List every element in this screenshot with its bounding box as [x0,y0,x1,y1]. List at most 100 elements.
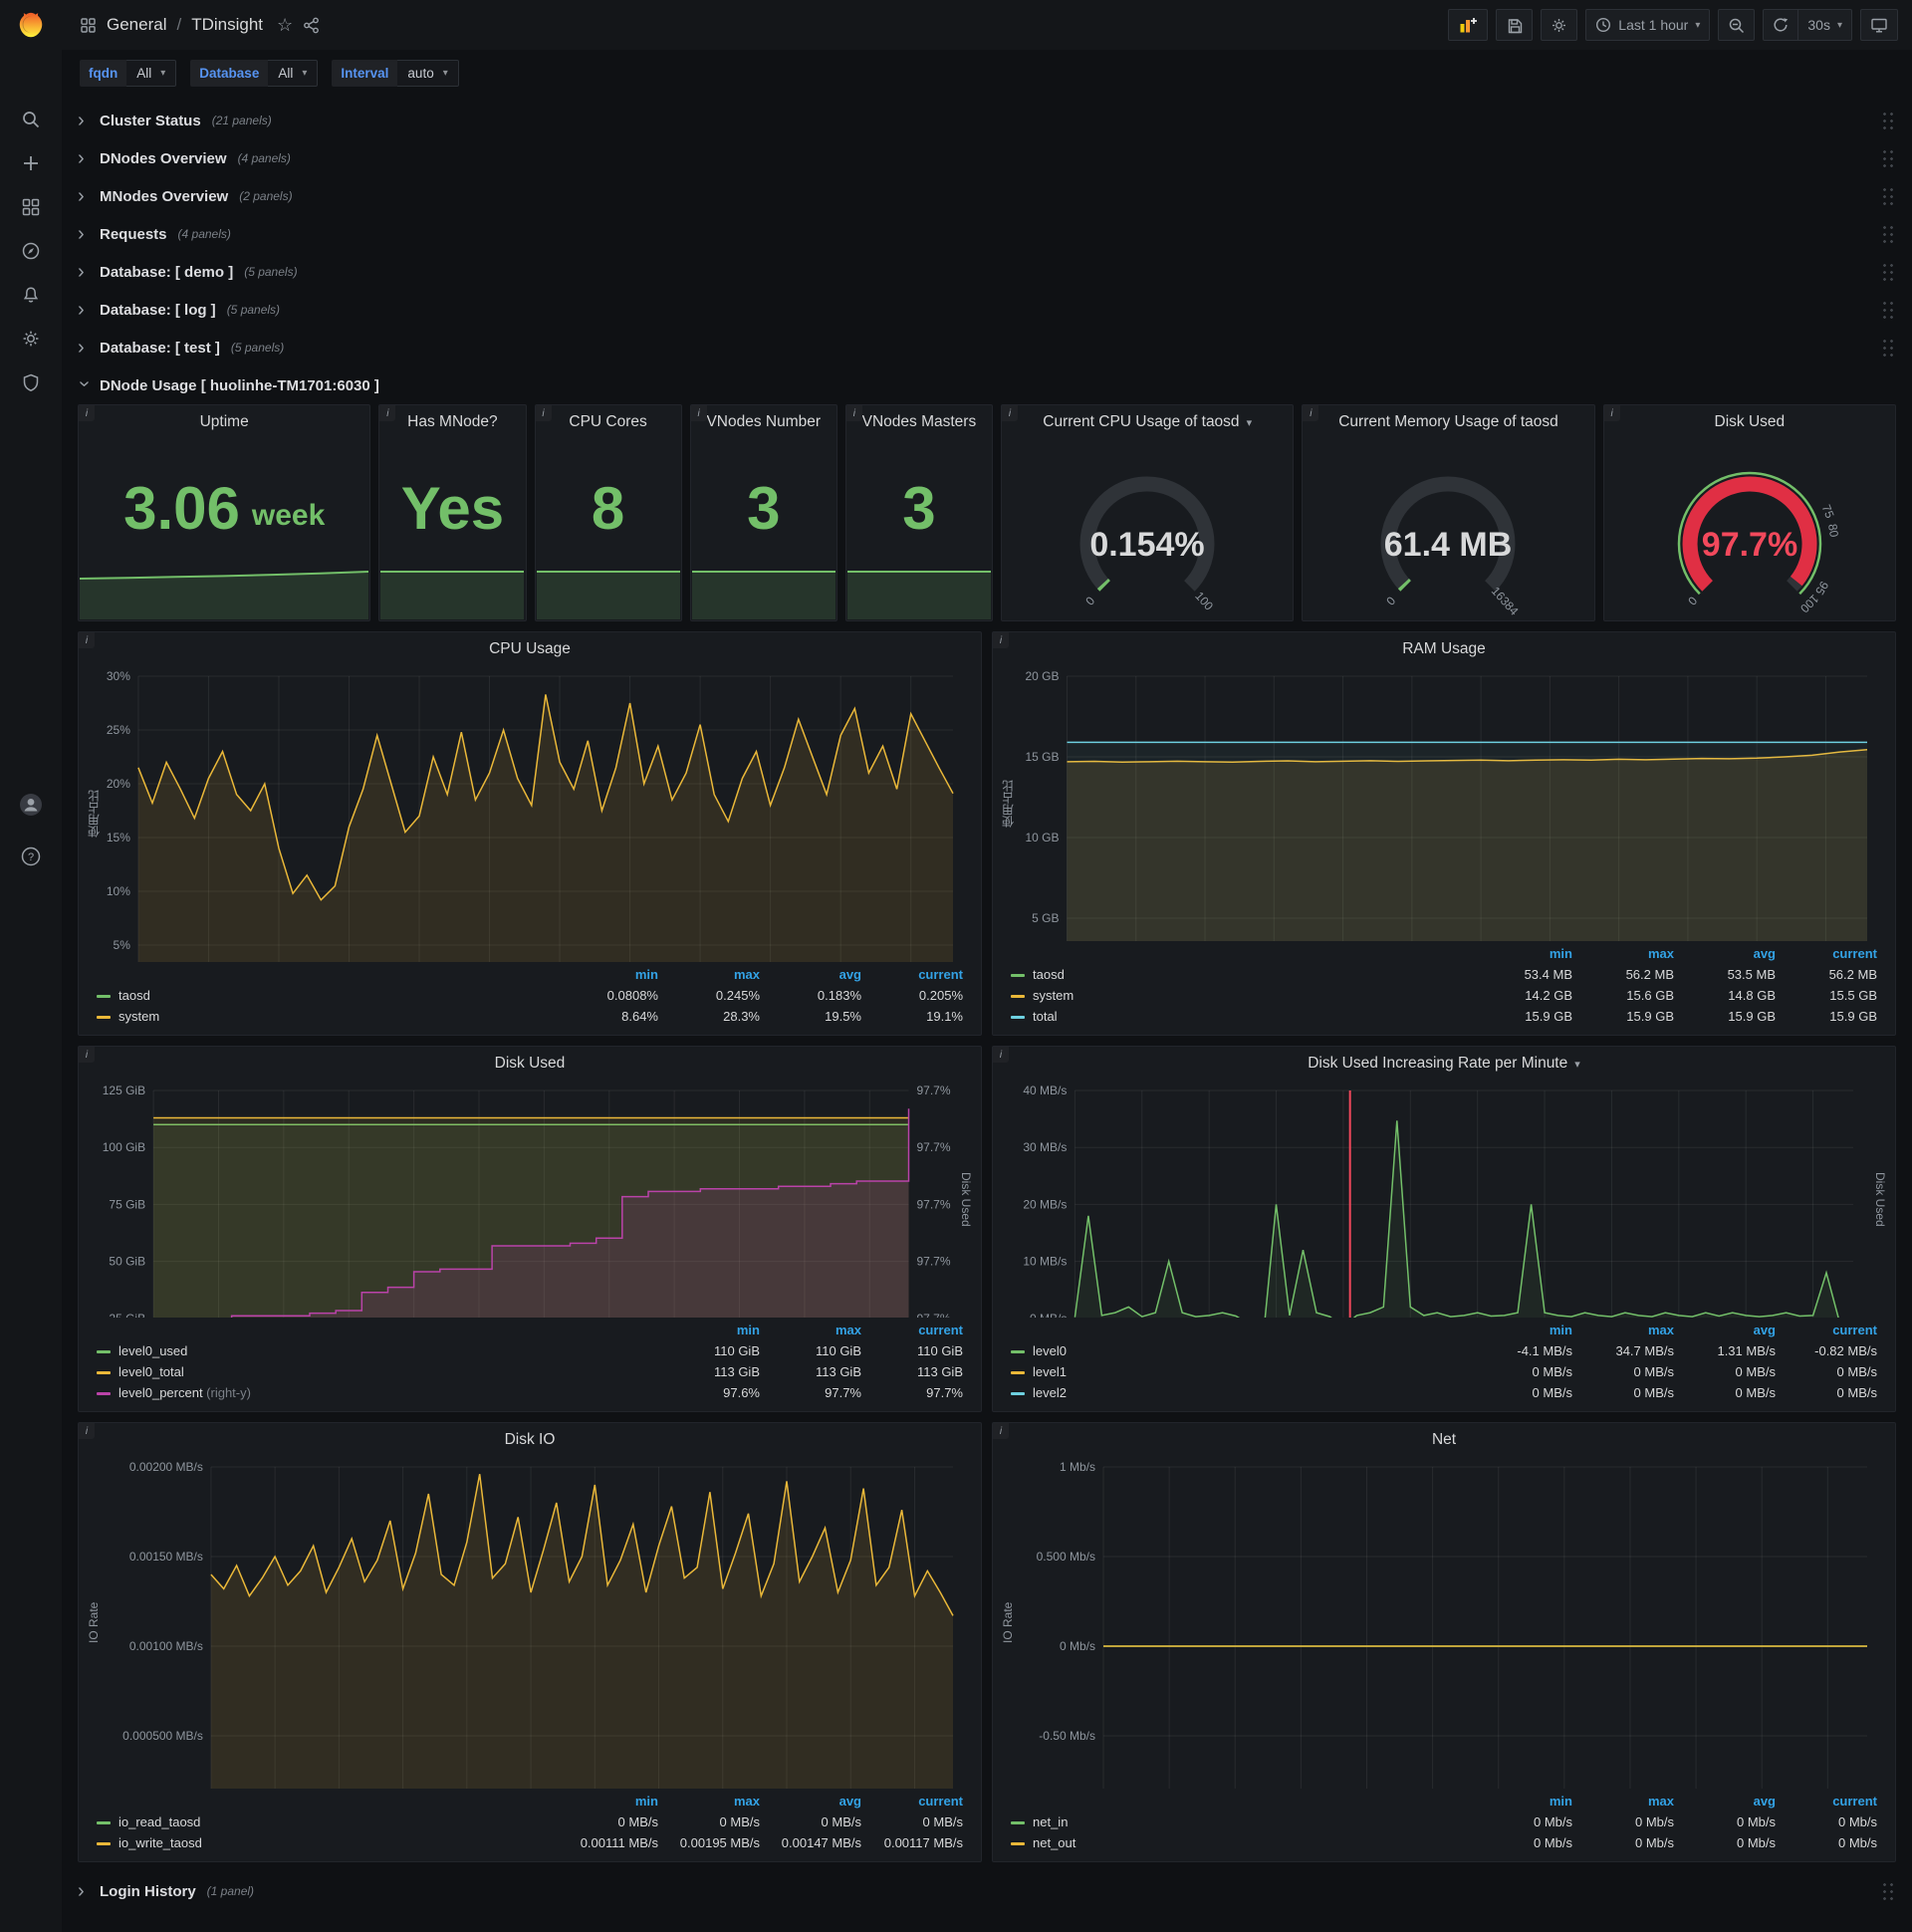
legend-series[interactable]: level0_used [91,1340,664,1361]
row-dnode-usage[interactable]: › DNode Usage [ huolinhe-TM1701:6030 ] [74,366,1896,404]
search-icon[interactable] [9,98,53,141]
memory-usage-gauge[interactable]: 0 16384 61.4 MB [1303,439,1593,616]
panel-title[interactable]: Has MNode? [379,405,525,439]
row-database-log[interactable]: › Database: [ log ] (5 panels) [78,291,1896,329]
disk-io-chart[interactable]: 0 MB/s0.000500 MB/s0.00100 MB/s0.00150 M… [103,1457,971,1789]
disk-used-gauge[interactable]: 0 75 80 95 100 97.7% [1604,439,1895,616]
row-cluster-status[interactable]: › Cluster Status (21 panels) [78,102,1896,139]
row-requests[interactable]: › Requests (4 panels) [78,215,1896,253]
panel-title[interactable]: Current CPU Usage of taosd ▾ [1002,405,1293,439]
refresh-button[interactable] [1763,9,1799,41]
row-drag-handle[interactable] [1881,223,1896,245]
chart-legend[interactable]: min max avg current net_in 0 Mb/s 0 Mb/s 0 Mb/s… [1005,1791,1883,1853]
info-icon[interactable]: i [79,632,95,648]
info-icon[interactable]: i [1603,405,1620,421]
panel-title[interactable]: Current Memory Usage of taosd [1303,405,1593,439]
legend-series[interactable]: level0_percent (right-y) [91,1382,664,1403]
variable-database-label[interactable]: Database [190,59,269,87]
grafana-logo[interactable] [16,10,46,40]
legend-series[interactable]: total [1005,1006,1477,1027]
row-drag-handle[interactable] [1881,299,1896,321]
cycle-view-mode-button[interactable] [1860,9,1898,41]
ram-usage-chart[interactable]: 0 MB5 GB10 GB15 GB20 GB01:0001:0501:1001… [1017,666,1885,941]
panel-title[interactable]: CPU Cores [536,405,681,439]
info-icon[interactable]: i [79,405,95,421]
panel-title[interactable]: Disk Used Increasing Rate per Minute ▾ [993,1047,1895,1081]
legend-series[interactable]: level1 [1005,1361,1477,1382]
legend-series[interactable]: level0_total [91,1361,664,1382]
panel-title[interactable]: Net [993,1423,1895,1457]
row-drag-handle[interactable] [1881,147,1896,169]
help-icon[interactable]: ? [9,835,53,878]
legend-series[interactable]: level2 [1005,1382,1477,1403]
info-icon[interactable]: i [535,405,552,421]
breadcrumb-section[interactable]: General [107,15,166,35]
info-icon[interactable]: i [79,1047,95,1063]
info-icon[interactable]: i [845,405,862,421]
cpu-usage-gauge[interactable]: 0 100 0.154% [1002,439,1293,616]
info-icon[interactable]: i [379,405,396,421]
cpu-usage-chart[interactable]: 0%5%10%15%20%25%30%01:0001:0501:1001:150… [103,666,971,962]
create-plus-icon[interactable] [9,141,53,185]
admin-shield-icon[interactable] [9,361,53,404]
row-drag-handle[interactable] [1881,185,1896,207]
panel-title[interactable]: Disk IO [79,1423,981,1457]
panel-title[interactable]: Disk Used [1604,405,1895,439]
legend-series[interactable]: system [91,1006,563,1027]
info-icon[interactable]: i [1303,405,1319,421]
chart-legend[interactable]: min max avg current taosd 53.4 MB 56.2 MB 53.5 … [1005,943,1883,1027]
variable-interval-value[interactable]: auto ▾ [397,59,459,87]
variable-fqdn-label[interactable]: fqdn [80,59,127,87]
zoom-out-button[interactable] [1718,9,1756,41]
row-database-test[interactable]: › Database: [ test ] (5 panels) [78,329,1896,366]
variable-fqdn-value[interactable]: All ▾ [126,59,177,87]
row-dnodes-overview[interactable]: › DNodes Overview (4 panels) [78,139,1896,177]
panel-title[interactable]: RAM Usage [993,632,1895,666]
dashboard-settings-gear-button[interactable] [1541,9,1578,41]
info-icon[interactable]: i [690,405,707,421]
chart-legend[interactable]: min max avg current taosd 0.0808% 0.245% 0.183%… [91,964,969,1027]
configuration-gear-icon[interactable] [9,317,53,361]
info-icon[interactable]: i [79,1423,95,1439]
time-range-picker[interactable]: Last 1 hour ▾ [1585,9,1711,41]
info-icon[interactable]: i [993,632,1009,648]
legend-series[interactable]: net_in [1005,1811,1477,1832]
refresh-interval-dropdown[interactable]: 30s ▾ [1798,9,1852,41]
disk-rate-chart[interactable]: -10 MB/s0 MB/s10 MB/s20 MB/s30 MB/s40 MB… [1003,1081,1871,1318]
row-login-history[interactable]: › Login History (1 panel) [78,1872,1896,1910]
chart-legend[interactable]: min max avg current level0 -4.1 MB/s 34.7 MB/s… [1005,1320,1883,1403]
share-icon[interactable] [303,17,320,34]
legend-series[interactable]: taosd [91,985,563,1006]
dashboards-grid-icon[interactable] [9,185,53,229]
alerting-bell-icon[interactable] [9,273,53,317]
dashboard-grid-icon[interactable] [80,17,97,34]
add-panel-button[interactable] [1448,9,1489,41]
row-drag-handle[interactable] [1881,1880,1896,1902]
chart-legend[interactable]: min max current level0_used 110 GiB 110 GiB 11… [91,1320,969,1403]
breadcrumb-page[interactable]: TDinsight [191,15,263,35]
panel-title[interactable]: Disk Used [79,1047,981,1081]
legend-series[interactable]: io_write_taosd [91,1832,563,1853]
row-drag-handle[interactable] [1881,261,1896,283]
net-chart[interactable]: -1 Mb/s-0.50 Mb/s0 Mb/s0.500 Mb/s1 Mb/s0… [1017,1457,1885,1789]
info-icon[interactable]: i [993,1047,1009,1063]
row-mnodes-overview[interactable]: › MNodes Overview (2 panels) [78,177,1896,215]
legend-series[interactable]: net_out [1005,1832,1477,1853]
explore-compass-icon[interactable] [9,229,53,273]
save-dashboard-button[interactable] [1496,9,1534,41]
disk-used-chart[interactable]: 0 GiB25 GiB50 GiB75 GiB100 GiB125 GiB97.… [89,1081,957,1318]
row-database-demo[interactable]: › Database: [ demo ] (5 panels) [78,253,1896,291]
chart-legend[interactable]: min max avg current io_read_taosd 0 MB/s 0 MB/… [91,1791,969,1853]
legend-series[interactable]: level0 [1005,1340,1477,1361]
legend-series[interactable]: io_read_taosd [91,1811,563,1832]
row-drag-handle[interactable] [1881,110,1896,131]
info-icon[interactable]: i [993,1423,1009,1439]
panel-title[interactable]: Uptime [79,405,369,439]
variable-interval-label[interactable]: Interval [332,59,398,87]
user-avatar[interactable] [9,783,53,827]
legend-series[interactable]: taosd [1005,964,1477,985]
panel-title[interactable]: VNodes Number [691,405,836,439]
row-drag-handle[interactable] [1881,337,1896,359]
variable-database-value[interactable]: All ▾ [268,59,319,87]
panel-title[interactable]: CPU Usage [79,632,981,666]
